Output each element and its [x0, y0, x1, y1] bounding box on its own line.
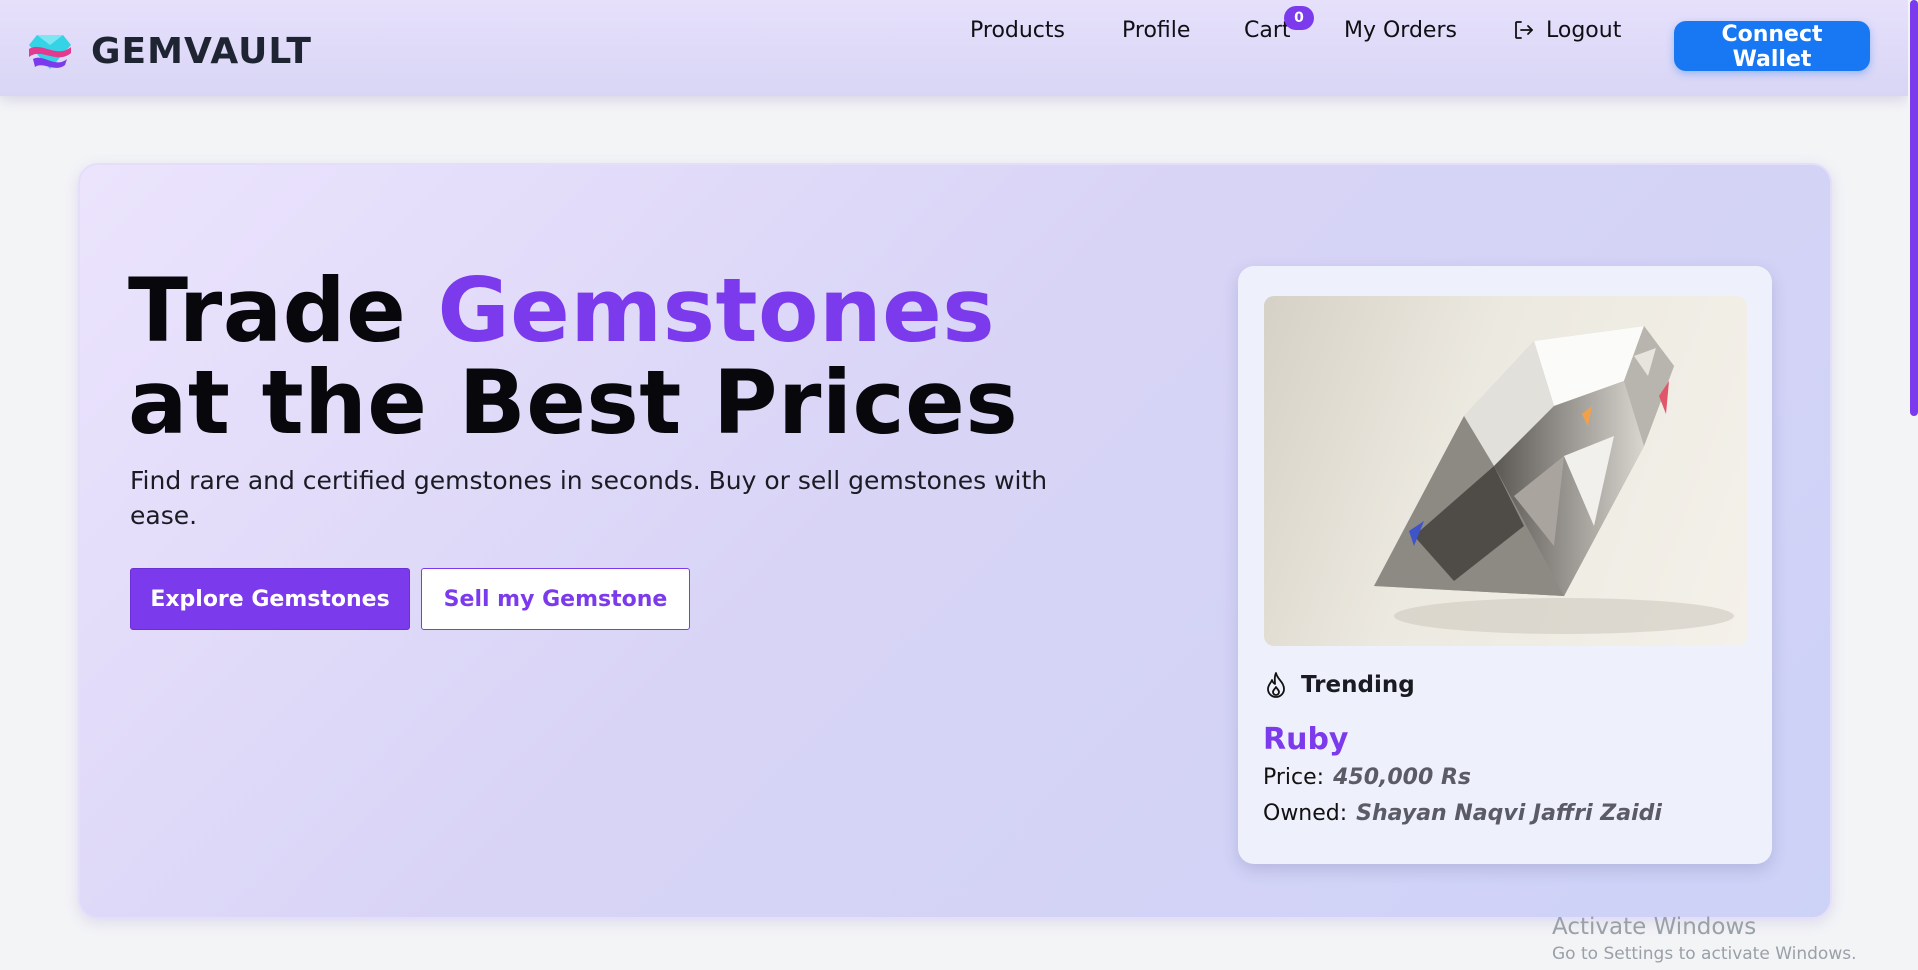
watermark-title: Activate Windows: [1552, 914, 1757, 940]
logout-icon: [1515, 21, 1533, 39]
gem-name: Ruby: [1263, 722, 1349, 757]
price-label: Price:: [1263, 765, 1325, 790]
diamond-image: [1264, 296, 1747, 646]
hero-subtitle: Find rare and certified gemstones in sec…: [130, 466, 1048, 530]
brand[interactable]: GEMVAULT: [27, 29, 312, 73]
trending-gem-card[interactable]: Trending Ruby Price: 450,000 Rs Owned: S…: [1238, 266, 1772, 864]
hero-section: Trade Gemstones at the Best Prices Find …: [78, 163, 1832, 919]
nav-logout-link[interactable]: Logout: [1512, 18, 1621, 43]
windows-activation-watermark: Activate Windows Go to Settings to activ…: [1552, 912, 1857, 966]
diamond-illustration: [1374, 326, 1734, 634]
scrollbar-thumb[interactable]: [1910, 0, 1918, 416]
price-row: Price: 450,000 Rs: [1263, 765, 1471, 790]
brand-name: GEMVAULT: [91, 30, 312, 72]
nav-logout-label: Logout: [1546, 17, 1622, 43]
connect-wallet-button[interactable]: Connect Wallet: [1674, 21, 1870, 72]
trending-label: Trending: [1301, 672, 1415, 698]
hero-title-accent: Gemstones: [437, 259, 996, 362]
hero-title-pre: Trade: [128, 259, 438, 362]
nav-products-link[interactable]: Products: [970, 18, 1065, 43]
owner-value: Shayan Naqvi Jaffri Zaidi: [1356, 801, 1662, 826]
sell-gemstone-button[interactable]: Sell my Gemstone: [421, 568, 690, 630]
top-navbar: GEMVAULT Products Profile Cart 0 My Orde…: [0, 0, 1908, 96]
scrollbar-track[interactable]: [1908, 0, 1918, 970]
gem-logo-icon: [29, 35, 71, 69]
flame-icon: [1267, 672, 1285, 698]
nav-profile-link[interactable]: Profile: [1122, 18, 1190, 43]
owner-label: Owned:: [1263, 801, 1348, 826]
nav-cart-link[interactable]: Cart 0: [1244, 5, 1314, 43]
trending-row: Trending: [1263, 671, 1415, 699]
cart-count-badge: 0: [1284, 5, 1314, 30]
hero-title-post: at the Best Prices: [128, 351, 1019, 454]
nav-orders-link[interactable]: My Orders: [1344, 18, 1457, 43]
explore-gemstones-button[interactable]: Explore Gemstones: [130, 568, 410, 630]
watermark-subtitle: Go to Settings to activate Windows.: [1552, 944, 1857, 964]
hero-title: Trade Gemstones at the Best Prices: [128, 265, 1088, 449]
price-value: 450,000 Rs: [1333, 765, 1471, 790]
owner-row: Owned: Shayan Naqvi Jaffri Zaidi: [1263, 801, 1662, 826]
